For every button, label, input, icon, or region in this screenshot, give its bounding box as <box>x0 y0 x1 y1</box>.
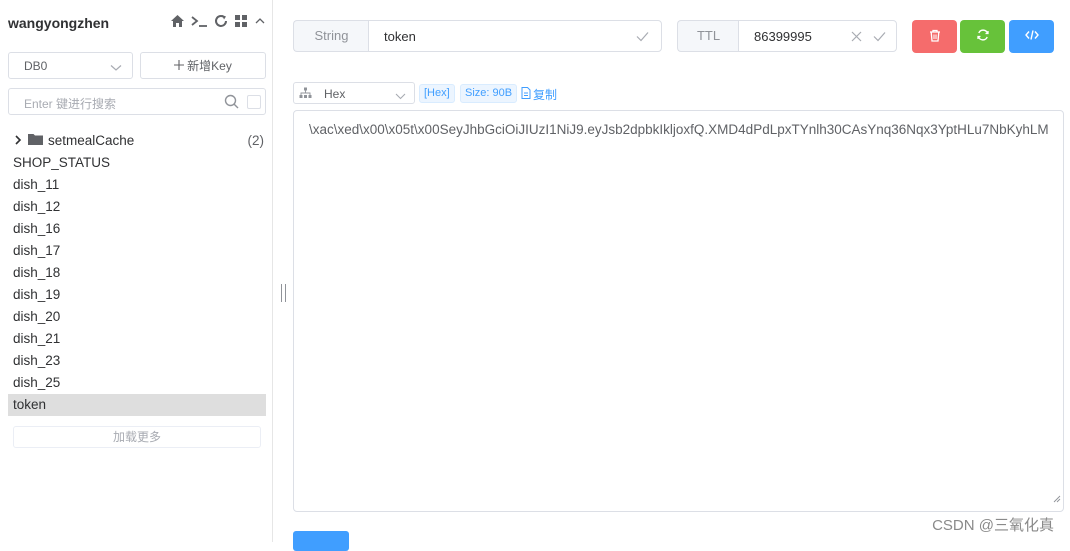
collapse-icon[interactable] <box>254 14 266 28</box>
folder-icon <box>28 130 43 152</box>
key-item[interactable]: dish_16 <box>8 218 266 240</box>
key-item[interactable]: dish_23 <box>8 350 266 372</box>
resize-grip-icon[interactable] <box>1053 488 1061 509</box>
format-tag: [Hex] <box>419 84 455 103</box>
ttl-value: 86399995 <box>754 29 812 44</box>
search-icon[interactable] <box>224 94 239 112</box>
ttl-label: TTL <box>677 20 739 52</box>
watermark-text: CSDN @三氧化真 <box>932 517 1054 534</box>
code-icon <box>1024 29 1039 44</box>
exact-match-checkbox[interactable] <box>247 95 261 109</box>
check-icon[interactable] <box>636 30 649 45</box>
connection-name[interactable]: wangyongzhen <box>8 15 109 31</box>
clear-icon[interactable] <box>851 30 862 45</box>
refresh-key-button[interactable] <box>960 20 1005 53</box>
key-item[interactable]: dish_12 <box>8 196 266 218</box>
key-name-input[interactable]: token <box>368 20 662 52</box>
check-icon[interactable] <box>873 30 886 45</box>
db-select-value: DB0 <box>24 59 48 73</box>
chevron-down-icon <box>110 61 122 75</box>
key-list: setmealCache (2) SHOP_STATUS dish_11 dis… <box>8 130 266 416</box>
value-textarea[interactable]: \xac\xed\x00\x05t\x00SeyJhbGciOiJIUzI1Ni… <box>293 110 1064 512</box>
chevron-right-icon[interactable] <box>13 130 23 152</box>
copy-button[interactable]: 复制 <box>521 86 557 103</box>
add-key-label: 新增Key <box>187 59 232 73</box>
copy-label: 复制 <box>533 88 558 102</box>
viewer-format-value: Hex <box>324 87 346 101</box>
refresh-icon[interactable] <box>214 14 228 28</box>
folder-name: setmealCache <box>48 133 135 148</box>
refresh-icon <box>976 29 989 44</box>
key-search-input[interactable]: Enter 键进行搜索 <box>8 88 266 115</box>
search-placeholder: Enter 键进行搜索 <box>24 97 117 111</box>
terminal-icon[interactable] <box>191 14 208 28</box>
connection-toolbar <box>170 14 266 28</box>
load-more-button[interactable]: 加载更多 <box>13 426 261 448</box>
folder-item[interactable]: setmealCache (2) <box>8 130 266 152</box>
key-item[interactable]: SHOP_STATUS <box>8 152 266 174</box>
key-item[interactable]: dish_21 <box>8 328 266 350</box>
sitemap-icon <box>299 87 312 102</box>
key-type-label: String <box>293 20 369 52</box>
key-item[interactable]: dish_11 <box>8 174 266 196</box>
grid-icon[interactable] <box>234 14 248 28</box>
add-key-button[interactable]: 新增Key <box>140 52 266 79</box>
value-text: \xac\xed\x00\x05t\x00SeyJhbGciOiJIUzI1Ni… <box>309 122 1049 137</box>
key-item[interactable]: dish_25 <box>8 372 266 394</box>
save-button[interactable] <box>293 531 349 551</box>
trash-icon <box>929 29 941 45</box>
chevron-down-icon <box>395 89 406 103</box>
db-select[interactable]: DB0 <box>8 52 133 79</box>
size-tag: Size: 90B <box>460 84 518 103</box>
key-name-value: token <box>384 29 416 44</box>
ttl-input[interactable]: 86399995 <box>738 20 897 52</box>
plus-icon <box>174 59 185 73</box>
key-item[interactable]: dish_19 <box>8 284 266 306</box>
key-item[interactable]: dish_17 <box>8 240 266 262</box>
folder-count: (2) <box>247 133 265 148</box>
resize-handle[interactable] <box>281 284 286 302</box>
home-icon[interactable] <box>170 14 185 28</box>
viewer-format-select[interactable]: Hex <box>293 82 415 104</box>
document-icon <box>521 87 531 102</box>
sidebar: wangyongzhen DB0 新增Key Enter 键进行搜索 setme… <box>0 0 273 542</box>
key-item-selected[interactable]: token <box>8 394 266 416</box>
key-item[interactable]: dish_18 <box>8 262 266 284</box>
connection-header[interactable]: wangyongzhen <box>8 12 266 36</box>
key-item[interactable]: dish_20 <box>8 306 266 328</box>
delete-key-button[interactable] <box>912 20 957 53</box>
dump-command-button[interactable] <box>1009 20 1054 53</box>
